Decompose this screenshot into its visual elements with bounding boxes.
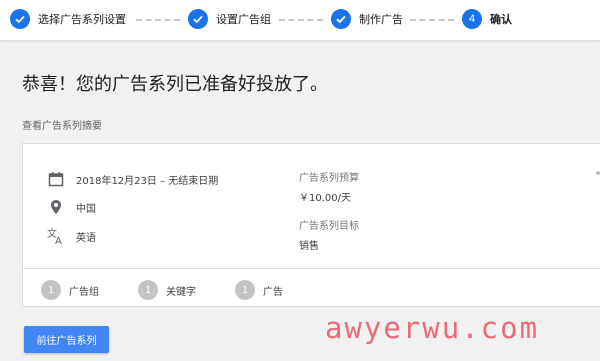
check-icon bbox=[10, 9, 30, 29]
goal-label: 广告系列目标 bbox=[299, 221, 359, 232]
campaign-summary-card: 2018年12月23日 – 无结束日期 中国 文 A 英语 广告系列预算 ￥10… bbox=[22, 143, 600, 307]
step-campaign-settings[interactable]: 选择广告系列设置 bbox=[10, 8, 126, 30]
step-ad-group[interactable]: 设置广告组 bbox=[188, 8, 271, 30]
budget-block: 广告系列预算 ￥10.00/天 bbox=[299, 169, 359, 204]
watermark: awyerwu.com bbox=[325, 311, 540, 345]
language-row: 文 A 英语 bbox=[47, 227, 96, 245]
budget-label: 广告系列预算 bbox=[299, 173, 359, 184]
count-badge: 1 bbox=[138, 280, 158, 300]
location-value: 中国 bbox=[76, 203, 96, 215]
location-row: 中国 bbox=[47, 198, 96, 216]
card-edge-marker bbox=[596, 171, 600, 175]
keyword-count: 1 关键字 bbox=[138, 280, 196, 300]
step-connector bbox=[136, 19, 180, 21]
step-label: 选择广告系列设置 bbox=[38, 13, 126, 26]
calendar-icon bbox=[47, 170, 65, 188]
step-create-ad[interactable]: 制作广告 bbox=[331, 8, 403, 30]
goal-block: 广告系列目标 销售 bbox=[299, 217, 359, 252]
goal-value: 销售 bbox=[299, 241, 319, 252]
translate-icon: 文 A bbox=[47, 227, 65, 245]
page-title: 恭喜！您的广告系列已准备好投放了。 bbox=[22, 74, 328, 95]
step-connector bbox=[410, 19, 454, 21]
date-row: 2018年12月23日 – 无结束日期 bbox=[47, 170, 218, 188]
card-divider bbox=[23, 268, 600, 269]
count-label: 关键字 bbox=[166, 286, 196, 298]
date-range: 2018年12月23日 – 无结束日期 bbox=[76, 175, 219, 187]
step-label: 制作广告 bbox=[359, 13, 403, 26]
step-connector bbox=[279, 19, 323, 21]
ad-group-count: 1 广告组 bbox=[41, 280, 99, 300]
svg-text:A: A bbox=[55, 236, 62, 245]
budget-value: ￥10.00/天 bbox=[299, 193, 351, 204]
step-confirm[interactable]: 4 确认 bbox=[462, 8, 512, 30]
ad-count: 1 广告 bbox=[235, 280, 283, 300]
count-badge: 1 bbox=[41, 280, 61, 300]
check-icon bbox=[188, 9, 208, 29]
language-value: 英语 bbox=[76, 232, 96, 244]
count-badge: 1 bbox=[235, 280, 255, 300]
summary-link[interactable]: 查看广告系列摘要 bbox=[22, 117, 102, 132]
go-to-campaign-button[interactable]: 前往广告系列 bbox=[24, 326, 109, 353]
count-label: 广告 bbox=[263, 286, 283, 298]
location-pin-icon bbox=[47, 198, 65, 216]
step-number: 4 bbox=[462, 9, 482, 29]
step-label: 确认 bbox=[490, 13, 512, 26]
step-label: 设置广告组 bbox=[216, 13, 271, 26]
count-label: 广告组 bbox=[69, 286, 99, 298]
stepper-bar: 选择广告系列设置 设置广告组 制作广告 4 确认 bbox=[0, 0, 600, 41]
check-icon bbox=[331, 9, 351, 29]
